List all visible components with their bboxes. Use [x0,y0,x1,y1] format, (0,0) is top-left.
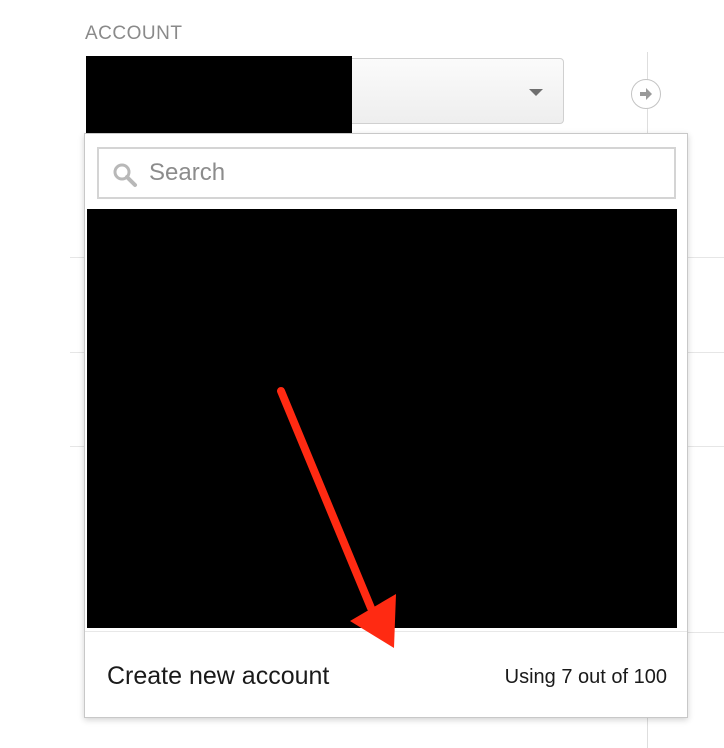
redacted-account-list [87,209,677,628]
redacted-account-name [86,56,352,136]
divider [70,446,85,447]
usage-count: Using 7 out of 100 [504,666,667,688]
create-account-link[interactable]: Create new account [107,662,329,691]
dropdown-footer: Create new account Using 7 out of 100 [85,631,687,718]
chevron-down-icon [529,89,543,96]
divider [70,352,85,353]
search-box [97,147,676,199]
account-section-label: ACCOUNT [85,23,183,44]
divider [688,632,724,633]
divider [688,257,724,258]
divider [688,446,724,447]
search-input[interactable] [149,149,659,197]
go-button[interactable] [631,79,661,109]
divider [688,352,724,353]
account-dropdown-panel: Create new account Using 7 out of 100 [84,133,688,718]
search-icon [113,163,137,187]
divider [70,257,85,258]
arrow-right-icon [640,88,652,100]
